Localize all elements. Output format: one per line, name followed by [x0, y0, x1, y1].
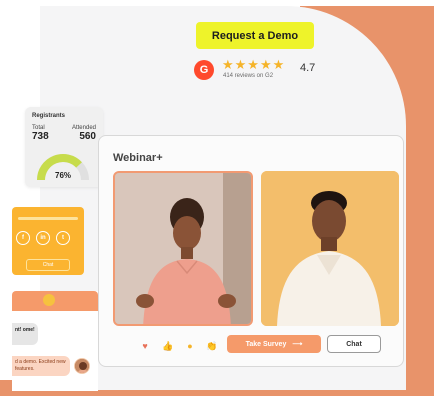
total-stat: Total 738: [32, 125, 49, 142]
social-chat-button[interactable]: Chat: [26, 259, 70, 271]
webinar-panel: Webinar+ ♥ 👍 ● 👏 Take Survey ⟶ Chat: [98, 135, 404, 367]
stage: Request a Demo G ★★★★★ 414 reviews on G2…: [0, 0, 434, 396]
twitter-icon[interactable]: t: [56, 231, 70, 245]
guest-video-icon: [261, 171, 399, 326]
attended-stat: Attended 560: [72, 125, 96, 142]
social-card-bar: [18, 217, 78, 220]
host-video-icon: [115, 173, 251, 324]
emoji-icon: [43, 294, 55, 306]
avatar: [74, 358, 90, 374]
g2-logo-icon: G: [194, 60, 214, 80]
facebook-icon[interactable]: f: [16, 231, 30, 245]
clap-icon[interactable]: 👏: [206, 340, 218, 352]
attended-value: 560: [79, 131, 96, 142]
thumbs-up-icon[interactable]: 👍: [162, 340, 174, 352]
star-rating-icon: ★★★★★: [222, 57, 286, 72]
take-survey-button[interactable]: Take Survey ⟶: [227, 335, 321, 353]
webinar-title: Webinar+: [113, 152, 163, 164]
chat-message-orange: d a demo. Excited new features.: [12, 356, 70, 376]
smile-icon[interactable]: ●: [184, 340, 196, 352]
arrow-right-icon: ⟶: [292, 341, 303, 348]
linkedin-icon[interactable]: in: [36, 231, 50, 245]
registrants-stats: Total 738 Attended 560: [32, 125, 96, 142]
total-value: 738: [32, 131, 49, 142]
social-share-card: f in t Chat: [12, 207, 84, 275]
chat-widget-header: [12, 291, 98, 311]
request-demo-button[interactable]: Request a Demo: [196, 22, 314, 49]
gauge-percent: 76%: [55, 171, 72, 180]
chat-widget: nt! ome! d a demo. Excited new features.: [12, 291, 98, 391]
video-tile-host[interactable]: [113, 171, 253, 326]
avatar-face-icon: [75, 359, 89, 373]
rating-value: 4.7: [300, 62, 316, 74]
registrants-card: Registrants Total 738 Attended 560 76%: [25, 107, 103, 187]
chat-message-gray: nt! ome!: [12, 323, 38, 345]
webinar-chat-button[interactable]: Chat: [327, 335, 381, 353]
heart-icon[interactable]: ♥: [139, 340, 151, 352]
take-survey-label: Take Survey: [245, 340, 287, 348]
reviews-count: 414 reviews on G2: [223, 73, 274, 79]
registrants-title: Registrants: [32, 113, 66, 119]
video-tile-guest[interactable]: [261, 171, 399, 326]
